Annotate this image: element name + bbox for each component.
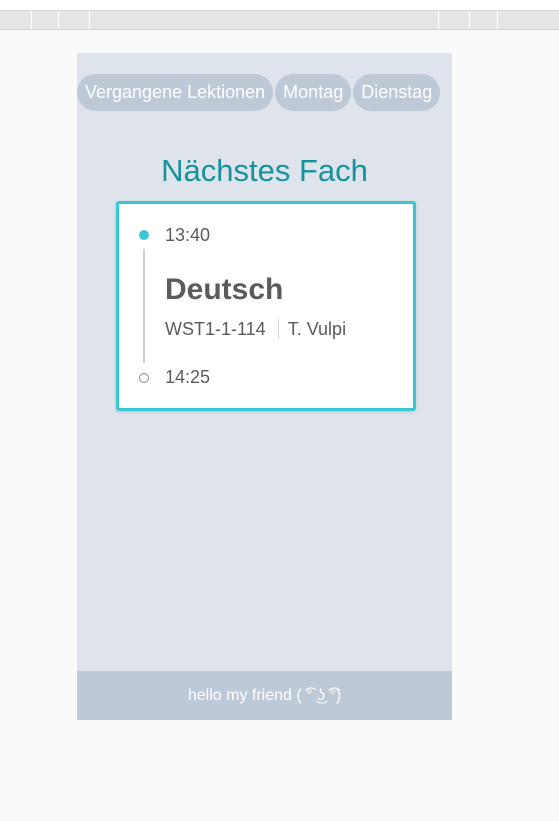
lesson-subject: Deutsch — [165, 273, 284, 306]
tab-strip-divider — [469, 11, 470, 29]
page-title: Nächstes Fach — [161, 153, 368, 188]
tab-past-lessons[interactable]: Vergangene Lektionen — [77, 74, 274, 111]
lesson-start-time: 13:40 — [165, 225, 211, 245]
app-container: Vergangene Lektionen Montag Dienstag Näc… — [77, 53, 452, 720]
lesson-meta: WST1-1-114 T. Vulpi — [165, 318, 346, 340]
lesson-end-time: 14:25 — [165, 367, 211, 387]
lesson-room: WST1-1-114 — [165, 319, 266, 339]
browser-chrome — [0, 0, 559, 30]
timeline-line — [143, 249, 145, 363]
tab-strip-divider — [58, 11, 59, 29]
tab-strip-divider — [438, 11, 439, 29]
footer: hello my friend ( ͡° ͜ʖ ͡°) — [77, 671, 452, 720]
lesson-card[interactable]: 13:40 Deutsch WST1-1-114 T. Vulpi 14:25 — [116, 201, 416, 411]
meta-divider — [277, 319, 279, 339]
lesson-teacher: T. Vulpi — [287, 319, 347, 339]
timeline-start-dot-icon — [139, 230, 149, 240]
footer-text: hello my friend ( ͡° ͜ʖ ͡°) — [187, 687, 342, 704]
tab-strip-divider — [497, 11, 498, 29]
browser-top-bar — [0, 0, 559, 11]
tab-tuesday[interactable]: Dienstag — [353, 74, 441, 111]
tab-monday[interactable]: Montag — [275, 74, 352, 111]
tab-strip-divider — [31, 11, 32, 29]
day-nav: Vergangene Lektionen Montag Dienstag — [77, 74, 441, 111]
timeline-end-dot-icon — [139, 373, 149, 383]
browser-tab-strip — [0, 11, 559, 30]
tab-strip-divider — [89, 11, 90, 29]
